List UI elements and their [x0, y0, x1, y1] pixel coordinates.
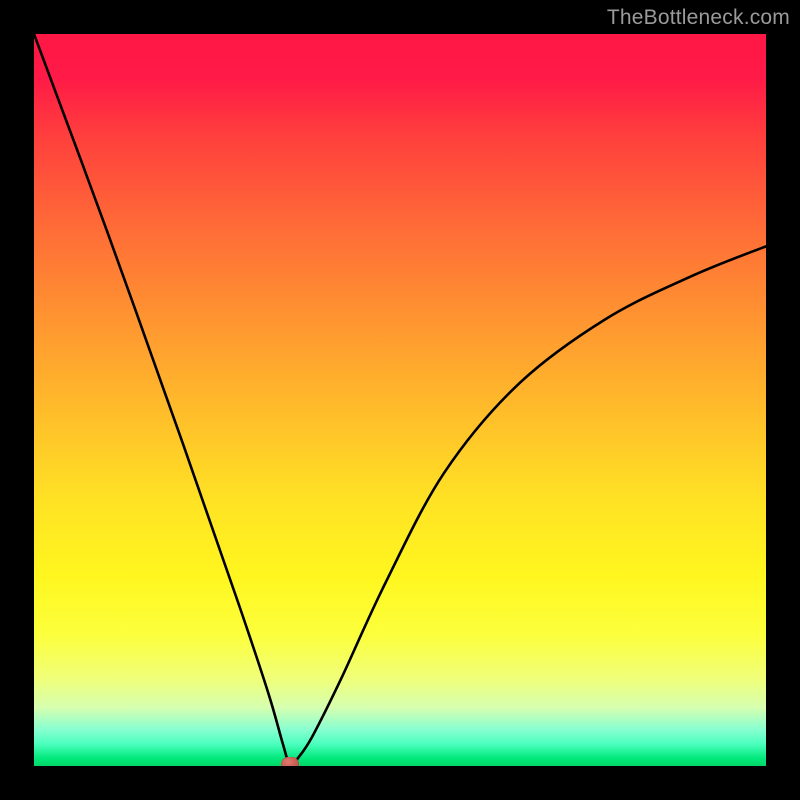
chart-line-svg	[34, 34, 766, 766]
minimum-marker	[281, 757, 299, 766]
chart-stage: TheBottleneck.com	[0, 0, 800, 800]
plot-area	[34, 34, 766, 766]
bottleneck-curve	[34, 34, 766, 766]
watermark-text: TheBottleneck.com	[607, 6, 790, 30]
